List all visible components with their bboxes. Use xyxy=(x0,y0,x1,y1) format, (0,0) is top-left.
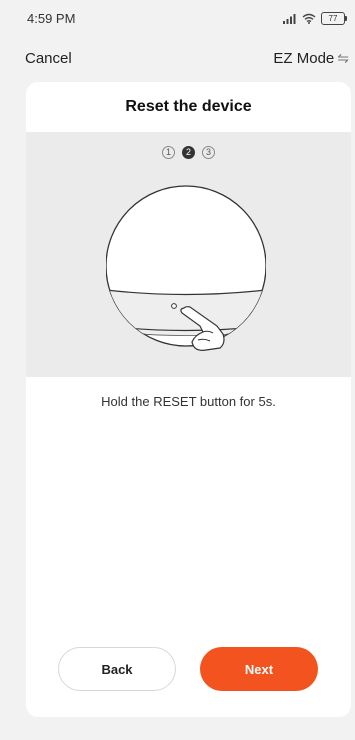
card-title: Reset the device xyxy=(125,98,252,115)
top-nav: Cancel EZ Mode ⇋ xyxy=(0,42,355,74)
status-time: 4:59 PM xyxy=(27,10,76,26)
back-button-label: Back xyxy=(101,661,133,677)
step-2: 2 xyxy=(182,146,195,159)
reset-card: Reset the device 1 2 3 Hold the RESET bu… xyxy=(26,82,351,717)
wifi-icon xyxy=(302,13,316,24)
signal-icon xyxy=(283,13,296,24)
swap-arrows-icon: ⇋ xyxy=(337,49,349,66)
battery-icon: 77 xyxy=(321,11,347,25)
cancel-button[interactable]: Cancel xyxy=(25,50,72,67)
illustration-area: 1 2 3 xyxy=(26,132,351,377)
back-button[interactable]: Back xyxy=(58,647,176,691)
status-bar: 4:59 PM 77 xyxy=(0,0,355,36)
device-reset-illustration xyxy=(106,185,266,351)
step-3: 3 xyxy=(202,146,215,159)
next-button-label: Next xyxy=(244,661,274,677)
battery-level: 77 xyxy=(328,13,338,23)
step-1: 1 xyxy=(162,146,175,159)
status-icons: 77 xyxy=(283,11,347,25)
next-button[interactable]: Next xyxy=(200,647,318,691)
mode-label: EZ Mode xyxy=(273,49,335,67)
instruction-text: Hold the RESET button for 5s. xyxy=(101,394,276,409)
step-indicator: 1 2 3 xyxy=(26,146,351,159)
ez-mode-switch[interactable]: EZ Mode ⇋ xyxy=(273,50,349,67)
